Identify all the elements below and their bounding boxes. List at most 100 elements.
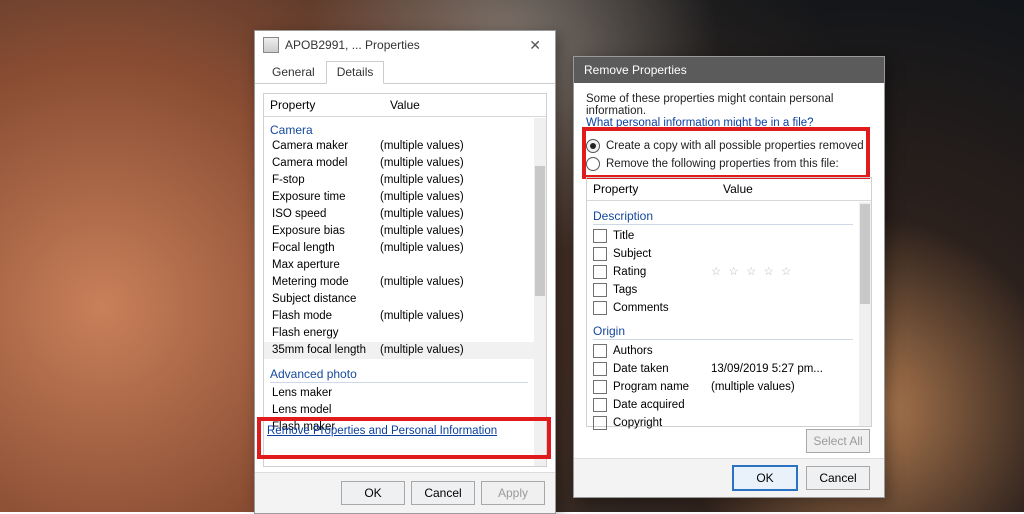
scrollbar[interactable] [534, 118, 546, 466]
prop-value: (multiple values) [380, 274, 534, 291]
checkbox[interactable] [593, 398, 607, 412]
prop-name: Program name [613, 378, 711, 396]
col-value[interactable]: Value [717, 178, 871, 200]
prop-value [380, 402, 534, 419]
remove-properties-link[interactable]: Remove Properties and Personal Informati… [267, 425, 497, 437]
property-row[interactable]: Camera maker(multiple values) [264, 138, 534, 155]
prop-value: 13/09/2019 5:27 pm... [711, 360, 823, 378]
prop-value: (multiple values) [380, 155, 534, 172]
prop-value [380, 257, 534, 274]
property-row[interactable]: Flash energy [264, 325, 534, 342]
prop-value: (multiple values) [711, 378, 795, 396]
prop-name: Tags [613, 281, 711, 299]
property-row[interactable]: Metering mode(multiple values) [264, 274, 534, 291]
prop-value [380, 325, 534, 342]
prop-value [380, 291, 534, 308]
property-row[interactable]: Camera model(multiple values) [264, 155, 534, 172]
close-icon[interactable]: ✕ [523, 37, 547, 54]
group-origin: Origin [593, 319, 853, 340]
prop-name: 35mm focal length [264, 342, 380, 359]
prop-value: (multiple values) [380, 342, 534, 359]
tab-details[interactable]: Details [326, 61, 385, 84]
prop-name: Camera model [264, 155, 380, 172]
col-property[interactable]: Property [264, 94, 384, 116]
prop-value: (multiple values) [380, 138, 534, 155]
group-description: Description [593, 204, 853, 225]
prop-name: Camera maker [264, 138, 380, 155]
dialog-body: Some of these properties might contain p… [574, 83, 884, 173]
radio-remove-following[interactable]: Remove the following properties from thi… [586, 155, 872, 173]
property-row[interactable]: Subject [587, 245, 859, 263]
checkbox[interactable] [593, 416, 607, 430]
details-panel: Property Value CameraCamera maker(multip… [263, 93, 547, 467]
titlebar[interactable]: Remove Properties [574, 57, 884, 83]
checkbox[interactable] [593, 362, 607, 376]
ok-button[interactable]: OK [341, 481, 405, 505]
property-row[interactable]: F-stop(multiple values) [264, 172, 534, 189]
col-value[interactable]: Value [384, 94, 546, 116]
prop-name: Flash energy [264, 325, 380, 342]
prop-name: Subject [613, 245, 711, 263]
property-row[interactable]: Lens maker [264, 385, 534, 402]
checkbox[interactable] [593, 301, 607, 315]
ok-button[interactable]: OK [732, 465, 798, 491]
scrollbar-thumb[interactable] [860, 204, 870, 304]
property-row[interactable]: Subject distance [264, 291, 534, 308]
tab-strip: General Details [255, 61, 555, 84]
property-row[interactable]: Title [587, 227, 859, 245]
property-row[interactable]: Date acquired [587, 396, 859, 414]
intro-text: Some of these properties might contain p… [586, 93, 872, 117]
property-row[interactable]: Exposure bias(multiple values) [264, 223, 534, 240]
prop-name: Rating [613, 263, 711, 281]
info-link[interactable]: What personal information might be in a … [586, 117, 814, 129]
group-advanced-photo: Advanced photo [270, 362, 528, 383]
property-row[interactable]: Date taken13/09/2019 5:27 pm... [587, 360, 859, 378]
checkbox[interactable] [593, 344, 607, 358]
group-camera: Camera [264, 118, 534, 138]
property-row[interactable]: Max aperture [264, 257, 534, 274]
scrollbar[interactable] [859, 202, 871, 426]
checkbox[interactable] [593, 229, 607, 243]
prop-name: Subject distance [264, 291, 380, 308]
property-row[interactable]: Authors [587, 342, 859, 360]
prop-name: Date acquired [613, 396, 711, 414]
radio-create-copy[interactable]: Create a copy with all possible properti… [586, 137, 872, 155]
property-row[interactable]: Rating☆ ☆ ☆ ☆ ☆ [587, 263, 859, 281]
prop-value: ☆ ☆ ☆ ☆ ☆ [711, 263, 793, 281]
file-icon [263, 37, 279, 53]
button-row: OK Cancel Apply [255, 472, 555, 513]
property-row[interactable]: Lens model [264, 402, 534, 419]
property-row[interactable]: Program name(multiple values) [587, 378, 859, 396]
property-list[interactable]: Description TitleSubjectRating☆ ☆ ☆ ☆ ☆Ta… [587, 202, 859, 426]
properties-panel: Property Value Description TitleSubjectRa… [586, 177, 872, 427]
property-row[interactable]: Exposure time(multiple values) [264, 189, 534, 206]
prop-name: Authors [613, 342, 711, 360]
property-row[interactable]: Focal length(multiple values) [264, 240, 534, 257]
property-row[interactable]: ISO speed(multiple values) [264, 206, 534, 223]
prop-value [380, 385, 534, 402]
property-row[interactable]: Comments [587, 299, 859, 317]
checkbox[interactable] [593, 283, 607, 297]
prop-value: (multiple values) [380, 172, 534, 189]
prop-value: (multiple values) [380, 189, 534, 206]
property-list[interactable]: CameraCamera maker(multiple values)Camer… [264, 118, 534, 466]
cancel-button[interactable]: Cancel [806, 466, 870, 490]
remove-properties-dialog: Remove Properties Some of these properti… [573, 56, 885, 498]
property-row[interactable]: Flash mode(multiple values) [264, 308, 534, 325]
cancel-button[interactable]: Cancel [411, 481, 475, 505]
column-headers: Property Value [264, 94, 546, 117]
apply-button: Apply [481, 481, 545, 505]
titlebar[interactable]: APOB2991, ... Properties ✕ [255, 31, 555, 59]
checkbox[interactable] [593, 380, 607, 394]
prop-name: Lens model [264, 402, 380, 419]
checkbox[interactable] [593, 265, 607, 279]
prop-name: Exposure time [264, 189, 380, 206]
tab-general[interactable]: General [261, 61, 326, 84]
scrollbar-thumb[interactable] [535, 166, 545, 296]
col-property[interactable]: Property [587, 178, 717, 200]
radio-label: Create a copy with all possible properti… [606, 137, 864, 155]
button-row: OK Cancel [574, 458, 884, 497]
property-row[interactable]: Tags [587, 281, 859, 299]
checkbox[interactable] [593, 247, 607, 261]
property-row[interactable]: 35mm focal length(multiple values) [264, 342, 534, 359]
